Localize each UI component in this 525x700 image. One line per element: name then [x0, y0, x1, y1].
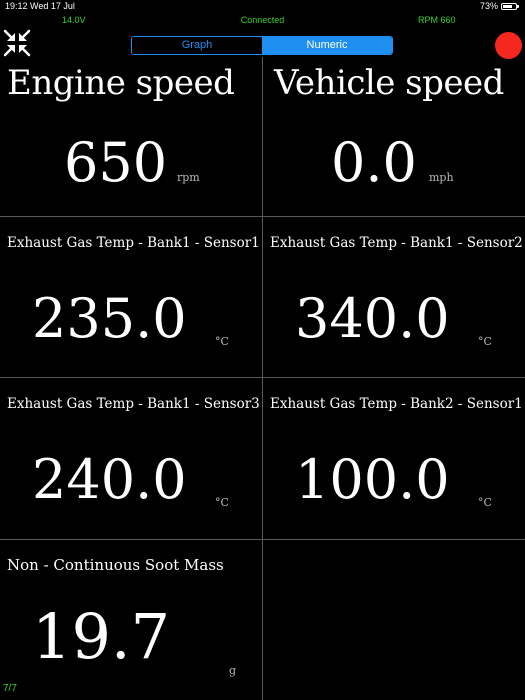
gauge-value: 100.0	[295, 448, 450, 511]
gauge-value: 240.0	[32, 448, 187, 511]
gauge-value: 19.7	[32, 600, 171, 673]
gauge-value: 340.0	[295, 287, 450, 350]
gauge-value: 235.0	[32, 287, 187, 350]
gauge-label: Exhaust Gas Temp - Bank1 - Sensor3	[7, 396, 260, 412]
status-bar: 19:12 Wed 17 Jul 73%	[0, 0, 525, 14]
gauge-unit: g	[229, 664, 237, 677]
tab-graph[interactable]: Graph	[132, 37, 262, 54]
view-mode-tabs: Graph Numeric	[131, 36, 393, 55]
record-button[interactable]	[495, 32, 522, 59]
gauge-value: 0.0	[331, 131, 417, 194]
gauge-label: Exhaust Gas Temp - Bank1 - Sensor1	[7, 235, 260, 251]
gauge-unit: rpm	[177, 171, 200, 184]
battery-indicator: 73%	[479, 1, 519, 11]
battery-percent: 73%	[479, 1, 498, 11]
gauge-egt-bank2-sensor1[interactable]: Exhaust Gas Temp - Bank2 - Sensor1 100.0…	[263, 378, 525, 538]
gauge-value: 650	[64, 131, 168, 194]
page-indicator: 7/7	[3, 683, 17, 694]
gauge-soot-mass[interactable]: Non - Continuous Soot Mass 19.7 g	[0, 540, 262, 700]
battery-icon	[501, 2, 519, 10]
gauge-egt-bank1-sensor1[interactable]: Exhaust Gas Temp - Bank1 - Sensor1 235.0…	[0, 217, 262, 377]
gauge-unit: °C	[215, 496, 229, 509]
tab-numeric[interactable]: Numeric	[262, 37, 392, 54]
gauge-label: Engine speed	[7, 63, 235, 103]
gauge-engine-speed[interactable]: Engine speed 650 rpm	[0, 57, 262, 217]
gauge-unit: mph	[429, 171, 454, 184]
gauge-label: Exhaust Gas Temp - Bank1 - Sensor2	[270, 235, 523, 251]
collapse-fullscreen-icon[interactable]	[2, 28, 32, 58]
gauge-label: Non - Continuous Soot Mass	[7, 556, 224, 574]
gauge-egt-bank1-sensor2[interactable]: Exhaust Gas Temp - Bank1 - Sensor2 340.0…	[263, 217, 525, 377]
gauge-unit: °C	[478, 496, 492, 509]
gauge-empty-slot	[263, 540, 525, 700]
gauge-label: Exhaust Gas Temp - Bank2 - Sensor1	[270, 396, 523, 412]
rpm-readout: RPM 660	[418, 15, 456, 25]
clock-date: 19:12 Wed 17 Jul	[5, 1, 75, 11]
gauge-label: Vehicle speed	[274, 63, 504, 103]
gauge-unit: °C	[478, 335, 492, 348]
gauge-egt-bank1-sensor3[interactable]: Exhaust Gas Temp - Bank1 - Sensor3 240.0…	[0, 378, 262, 538]
gauge-vehicle-speed[interactable]: Vehicle speed 0.0 mph	[263, 57, 525, 217]
gauge-unit: °C	[215, 335, 229, 348]
gauge-grid: Engine speed 650 rpm Vehicle speed 0.0 m…	[0, 57, 525, 700]
obd-info-line: 14.0V Connected RPM 660	[0, 15, 525, 27]
